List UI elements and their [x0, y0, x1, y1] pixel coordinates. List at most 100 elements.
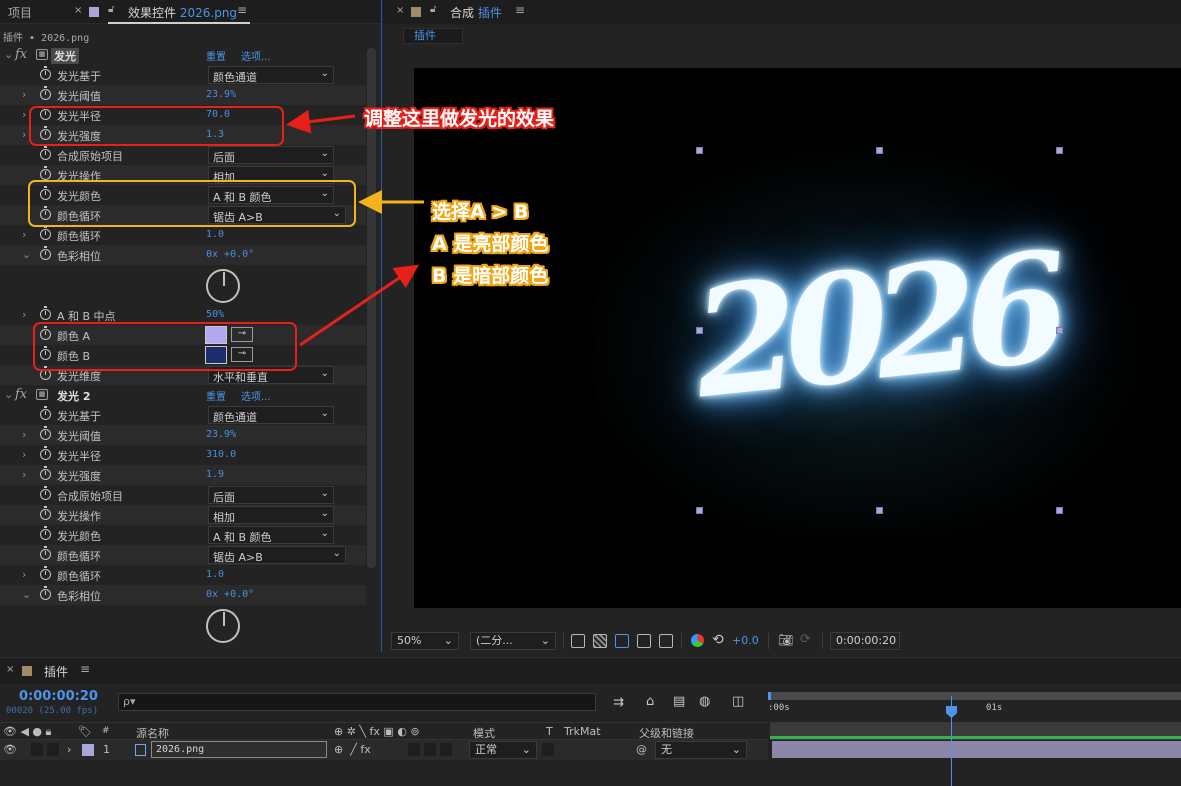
- chevron-down-icon[interactable]: ⌄: [22, 588, 31, 601]
- effect-name[interactable]: 发光: [51, 48, 79, 64]
- show-snapshot-icon[interactable]: ⟳: [800, 632, 811, 647]
- channel-icon[interactable]: [691, 634, 704, 647]
- stopwatch-icon[interactable]: [40, 526, 51, 540]
- chevron-right-icon[interactable]: ›: [22, 428, 26, 441]
- tab-composition[interactable]: 合成 插件: [450, 4, 502, 21]
- transform-handle[interactable]: [876, 147, 883, 154]
- param-value[interactable]: 1.9: [206, 469, 224, 480]
- chevron-right-icon[interactable]: ›: [22, 468, 26, 481]
- reset-link[interactable]: 重置: [206, 48, 226, 63]
- switch-box[interactable]: [440, 743, 452, 756]
- effect-param-row[interactable]: ⌄ 色彩相位 0x +0.0°: [0, 585, 366, 605]
- effect-param-row[interactable]: › 颜色循环 1.0: [0, 565, 366, 585]
- param-value[interactable]: 1.0: [206, 569, 224, 580]
- chevron-right-icon[interactable]: ›: [22, 228, 26, 241]
- param-dropdown[interactable]: 后面 ⌄: [208, 486, 334, 504]
- panel-menu-icon[interactable]: ≡: [80, 662, 90, 676]
- reset-link[interactable]: 重置: [206, 388, 226, 403]
- stopwatch-icon[interactable]: [40, 446, 51, 460]
- layer-search-input[interactable]: ρ▾: [118, 693, 596, 711]
- stopwatch-icon[interactable]: [40, 166, 51, 180]
- tab-project[interactable]: 项目: [8, 4, 32, 21]
- effect-param-row[interactable]: 发光操作 相加 ⌄: [0, 505, 366, 525]
- effect-param-row[interactable]: ⌄ 色彩相位 0x +0.0°: [0, 245, 366, 265]
- stopwatch-icon[interactable]: [40, 466, 51, 480]
- motion-blur-icon[interactable]: ◍: [699, 694, 710, 709]
- transform-handle[interactable]: [696, 327, 703, 334]
- effect-param-row[interactable]: 颜色循环 锯齿 A>B ⌄: [0, 545, 366, 565]
- stopwatch-icon[interactable]: [40, 426, 51, 440]
- chevron-right-icon[interactable]: ›: [22, 108, 26, 121]
- transform-handle[interactable]: [696, 507, 703, 514]
- phase-dial[interactable]: [206, 609, 240, 643]
- graph-editor-icon[interactable]: ◫: [732, 694, 744, 709]
- column-source-name[interactable]: 源名称: [136, 725, 169, 741]
- fx-icon[interactable]: fx: [15, 47, 27, 62]
- zoom-dropdown[interactable]: 50% ⌄: [391, 632, 459, 650]
- stopwatch-icon[interactable]: [40, 486, 51, 500]
- effect-param-row[interactable]: 发光基于 颜色通道 ⌄: [0, 65, 366, 85]
- param-value[interactable]: 0x +0.0°: [206, 589, 254, 600]
- param-dropdown[interactable]: 颜色通道 ⌄: [208, 406, 334, 424]
- effect-param-row[interactable]: 合成原始项目 后面 ⌄: [0, 145, 366, 165]
- column-parent[interactable]: 父级和链接: [639, 725, 694, 741]
- chevron-right-icon[interactable]: ›: [22, 448, 26, 461]
- current-time[interactable]: 0:00:00:20: [19, 689, 98, 704]
- effect-header-glow-1[interactable]: ⌄ fx ▦ 发光 重置 选项...: [0, 45, 366, 65]
- chevron-right-icon[interactable]: ›: [22, 308, 26, 321]
- chevron-down-icon[interactable]: ⌄: [4, 388, 13, 401]
- table-row[interactable]: 👁︎ › 1 2026.png ⊕ ╱ fx 正常 ⌄ @ 无 ⌄: [0, 740, 768, 760]
- grid-guides-icon[interactable]: [659, 634, 673, 648]
- region-of-interest-icon[interactable]: [615, 634, 629, 648]
- pickwhip-icon[interactable]: @: [636, 743, 647, 756]
- param-value[interactable]: 23.9%: [206, 429, 236, 440]
- tab-effect-controls[interactable]: 效果控件 2026.png: [128, 4, 237, 21]
- work-area-bar[interactable]: [768, 692, 1181, 700]
- comp-mini-flowchart-icon[interactable]: ⇉: [613, 695, 624, 710]
- transform-handle[interactable]: [876, 507, 883, 514]
- panel-menu-icon[interactable]: ≡: [237, 3, 247, 17]
- stopwatch-icon[interactable]: [40, 86, 51, 100]
- effect-param-row[interactable]: 发光基于 颜色通道 ⌄: [0, 405, 366, 425]
- effect-param-row[interactable]: › 颜色循环 1.0: [0, 225, 366, 245]
- exposure-reset-icon[interactable]: ⟲: [712, 632, 724, 648]
- close-tab-icon[interactable]: ×: [6, 664, 14, 675]
- stopwatch-icon[interactable]: [40, 506, 51, 520]
- effect-param-row[interactable]: 发光颜色 A 和 B 颜色 ⌄: [0, 525, 366, 545]
- switch-box[interactable]: [424, 743, 436, 756]
- label-column-icon[interactable]: 🏷︎: [78, 725, 92, 738]
- layer-switches[interactable]: ⊕ ╱ fx: [334, 743, 371, 756]
- stopwatch-icon[interactable]: [40, 246, 51, 260]
- options-link[interactable]: 选项...: [241, 48, 271, 63]
- stopwatch-icon[interactable]: [40, 306, 51, 320]
- param-dropdown[interactable]: 锯齿 A>B ⌄: [208, 546, 346, 564]
- lock-icon[interactable]: 🔓︎: [108, 4, 114, 15]
- transform-handle[interactable]: [1056, 147, 1063, 154]
- transform-handle[interactable]: [696, 147, 703, 154]
- stopwatch-icon[interactable]: [40, 146, 51, 160]
- param-value[interactable]: 310.0: [206, 449, 236, 460]
- effect-param-row[interactable]: 合成原始项目 后面 ⌄: [0, 485, 366, 505]
- shy-layers-icon[interactable]: ⌂: [646, 694, 654, 709]
- phase-dial[interactable]: [206, 269, 240, 303]
- layer-duration-bar[interactable]: [772, 741, 1181, 758]
- param-dropdown[interactable]: 相加 ⌄: [208, 506, 334, 524]
- transform-handle[interactable]: [1056, 507, 1063, 514]
- time-ruler[interactable]: :00s 01s: [768, 692, 1181, 722]
- frame-blending-icon[interactable]: ▤: [673, 694, 685, 709]
- stopwatch-icon[interactable]: [40, 586, 51, 600]
- audio-toggle[interactable]: [31, 743, 43, 756]
- stopwatch-icon[interactable]: [40, 406, 51, 420]
- chevron-right-icon[interactable]: ›: [22, 88, 26, 101]
- layer-label-color[interactable]: [82, 744, 94, 756]
- stopwatch-icon[interactable]: [40, 226, 51, 240]
- stopwatch-icon[interactable]: [40, 546, 51, 560]
- chevron-right-icon[interactable]: ›: [22, 128, 26, 141]
- close-tab-icon[interactable]: ×: [74, 5, 82, 16]
- lock-icon[interactable]: 🔓︎: [430, 4, 436, 15]
- param-value[interactable]: 1.0: [206, 229, 224, 240]
- comp-flowchart-chip[interactable]: 插件: [403, 28, 463, 44]
- options-link[interactable]: 选项...: [241, 388, 271, 403]
- param-dropdown[interactable]: 颜色通道 ⌄: [208, 66, 334, 84]
- solo-toggle[interactable]: [47, 743, 59, 756]
